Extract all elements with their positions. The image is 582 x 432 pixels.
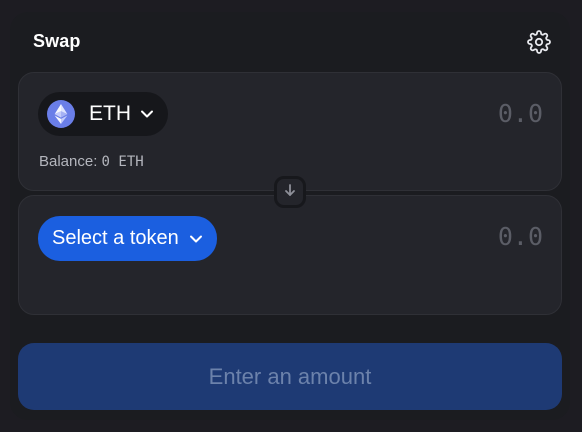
arrow-down-icon [283, 183, 297, 202]
chevron-down-icon [140, 107, 154, 121]
balance-label: Balance: [39, 153, 98, 170]
select-token-label: Select a token [52, 227, 179, 249]
page-title: Swap [33, 31, 81, 51]
from-balance: Balance: 0 ETH [39, 153, 144, 170]
from-token-selector[interactable]: ETH [38, 92, 168, 136]
swap-to-panel: Select a token [18, 195, 562, 315]
swap-header: Swap [10, 12, 570, 72]
to-amount-input[interactable] [363, 222, 543, 251]
enter-amount-button[interactable]: Enter an amount [18, 343, 562, 410]
select-token-button[interactable]: Select a token [38, 216, 217, 261]
from-token-symbol: ETH [89, 102, 131, 125]
balance-value: 0 ETH [101, 154, 144, 170]
from-amount-input[interactable] [363, 99, 543, 128]
swap-card: Swap ETH 0.0 Balance: 0 ETH Select a tok… [10, 12, 570, 420]
swap-from-panel: ETH Balance: 0 ETH [18, 72, 562, 191]
switch-tokens-button[interactable] [274, 176, 306, 208]
ethereum-icon [47, 100, 75, 128]
gear-icon[interactable] [526, 29, 552, 55]
chevron-down-icon [189, 232, 203, 246]
